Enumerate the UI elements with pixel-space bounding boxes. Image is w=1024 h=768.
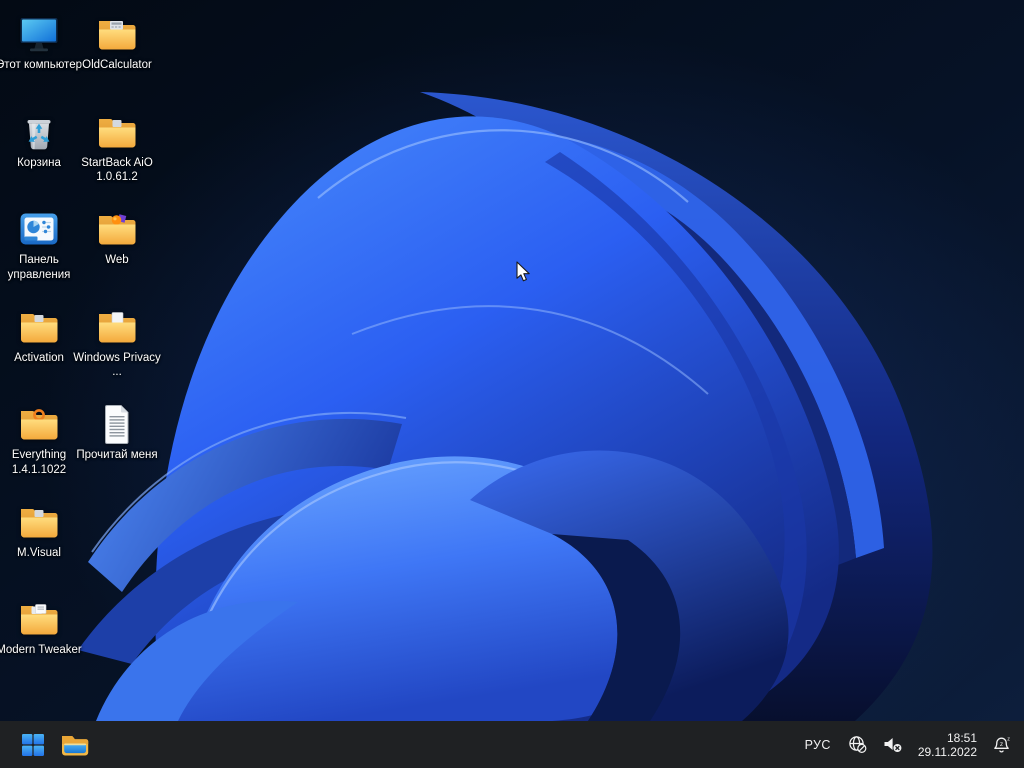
desktop-icon-everything[interactable]: Everything 1.4.1.1022 — [1, 402, 77, 477]
desktop-icon-label: Корзина — [17, 156, 61, 169]
language-indicator[interactable]: РУС — [803, 738, 833, 752]
this-pc-icon — [17, 12, 61, 56]
desktop-icon-label: Web — [105, 254, 129, 266]
desktop-icon-label: Windows Privacy ... — [73, 351, 161, 379]
desktop-icon-windows-privacy[interactable]: Windows Privacy ... — [73, 305, 161, 380]
folder-docs-icon — [17, 597, 61, 641]
control-panel-icon — [17, 207, 61, 251]
recycle-bin-icon — [17, 110, 61, 154]
desktop-icon-old-calculator[interactable]: OldCalculator — [79, 12, 155, 73]
file-explorer-button[interactable] — [54, 725, 96, 765]
file-explorer-icon — [60, 731, 90, 758]
folder-calc-icon — [95, 12, 139, 56]
desktop-icon-label: Панель управления — [7, 254, 71, 281]
windows-desktop: Этот компьютер OldCalculator Корзина Sta… — [0, 0, 1024, 768]
desktop-icon-modern-tweaker[interactable]: Modern Tweaker — [0, 597, 82, 658]
volume-button[interactable] — [882, 735, 903, 754]
text-file-icon — [95, 402, 139, 446]
desktop-icon-recycle-bin[interactable]: Корзина — [1, 110, 77, 171]
desktop-icon-label: Everything 1.4.1.1022 — [11, 449, 67, 476]
taskbar: РУС 18:51 29.11.2022 z z — [0, 721, 1024, 768]
desktop-icon-grid: Этот компьютер OldCalculator Корзина Sta… — [0, 0, 1024, 721]
folder-doc-icon — [95, 305, 139, 349]
folder-web-icon — [95, 207, 139, 251]
folder-everything-icon — [17, 402, 61, 446]
desktop-icon-label: M.Visual — [17, 546, 61, 559]
globe-no-internet-icon — [849, 736, 867, 753]
notification-center-button[interactable]: z z — [992, 734, 1014, 755]
notification-bell-dnd-icon: z z — [994, 737, 1010, 753]
desktop-icon-this-pc[interactable]: Этот компьютер — [0, 12, 82, 73]
desktop-icon-startback-aio[interactable]: StartBack AiO 1.0.61.2 — [79, 110, 155, 185]
svg-text:z: z — [1007, 737, 1010, 743]
folder-app-icon — [17, 500, 61, 544]
desktop-icon-label: Этот компьютер — [0, 59, 82, 71]
desktop-icon-readme[interactable]: Прочитай меня — [76, 402, 158, 463]
system-tray: РУС 18:51 29.11.2022 z z — [803, 731, 1014, 759]
desktop-icon-label: Прочитай меня — [76, 449, 158, 461]
desktop-icon-label: Modern Tweaker — [0, 644, 82, 656]
desktop-icon-label: Activation — [14, 351, 64, 364]
desktop-icon-label: OldCalculator — [82, 59, 152, 71]
desktop-icon-control-panel[interactable]: Панель управления — [1, 207, 77, 282]
clock[interactable]: 18:51 29.11.2022 — [918, 731, 977, 759]
network-status-button[interactable] — [848, 735, 867, 754]
windows-logo-icon — [21, 733, 45, 757]
svg-text:z: z — [1000, 741, 1003, 748]
clock-time: 18:51 — [946, 730, 977, 745]
volume-muted-icon — [884, 738, 902, 752]
desktop-icon-m-visual[interactable]: M.Visual — [1, 500, 77, 561]
folder-app-icon — [95, 110, 139, 154]
start-button[interactable] — [12, 725, 54, 765]
desktop-icon-activation[interactable]: Activation — [1, 305, 77, 366]
desktop-icon-web[interactable]: Web — [79, 207, 155, 268]
clock-date: 29.11.2022 — [917, 744, 977, 759]
folder-app-icon — [17, 305, 61, 349]
desktop-icon-label: StartBack AiO 1.0.61.2 — [81, 156, 153, 184]
